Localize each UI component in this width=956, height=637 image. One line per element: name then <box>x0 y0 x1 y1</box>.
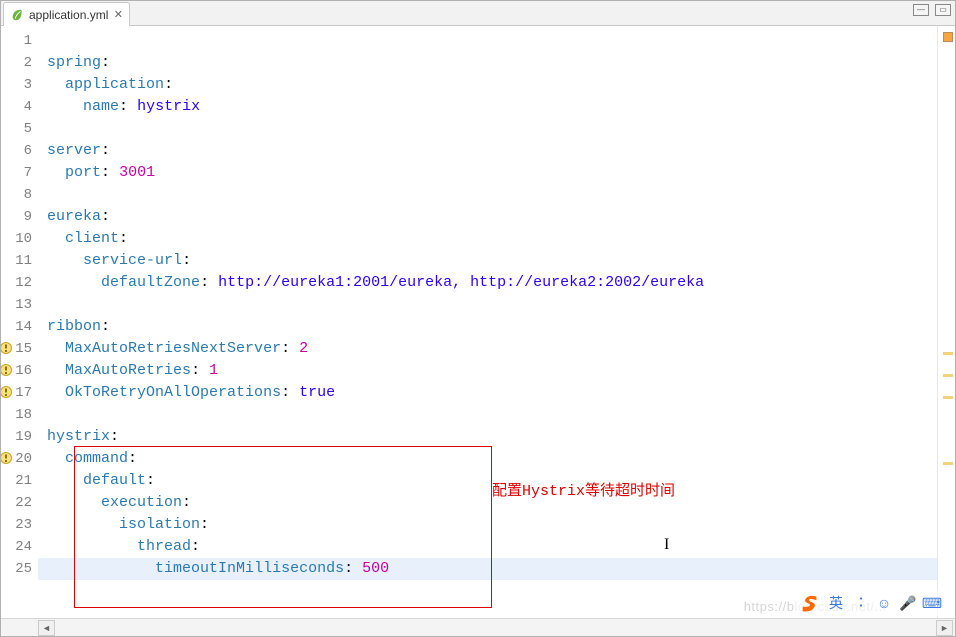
code-line[interactable]: application: <box>38 74 937 96</box>
code-line[interactable]: server: <box>38 140 937 162</box>
code-line[interactable]: execution: <box>38 492 937 514</box>
line-number: 16 <box>1 360 38 382</box>
code-line[interactable] <box>38 294 937 316</box>
line-number: 21 <box>1 470 38 492</box>
ime-voice-button[interactable]: 🎤 <box>899 594 917 612</box>
line-number: 3 <box>1 74 38 96</box>
warning-marker-icon <box>1 341 13 355</box>
overview-warning-icon <box>943 374 953 377</box>
code-line[interactable]: ribbon: <box>38 316 937 338</box>
line-number: 11 <box>1 250 38 272</box>
line-number: 25 <box>1 558 38 580</box>
code-line[interactable]: command: <box>38 448 937 470</box>
line-number: 5 <box>1 118 38 140</box>
code-line[interactable]: client: <box>38 228 937 250</box>
line-number: 4 <box>1 96 38 118</box>
text-cursor-icon: I <box>664 536 669 554</box>
code-line[interactable]: OkToRetryOnAllOperations: true <box>38 382 937 404</box>
overview-ruler[interactable] <box>937 26 955 618</box>
line-number: 6 <box>1 140 38 162</box>
code-line[interactable]: MaxAutoRetries: 1 <box>38 360 937 382</box>
code-line[interactable] <box>38 30 937 52</box>
line-number: 8 <box>1 184 38 206</box>
code-line[interactable]: eureka: <box>38 206 937 228</box>
line-number: 2 <box>1 52 38 74</box>
code-line[interactable]: port: 3001 <box>38 162 937 184</box>
line-number: 22 <box>1 492 38 514</box>
code-area[interactable]: spring: application: name: hystrix serve… <box>38 26 937 618</box>
scroll-left-button[interactable]: ◄ <box>38 620 55 636</box>
line-number-gutter: 1234567891011121314151617181920212223242… <box>1 26 38 618</box>
ime-keyboard-button[interactable]: ⌨ <box>923 594 941 612</box>
warning-marker-icon <box>1 451 13 465</box>
scroll-right-button[interactable]: ► <box>936 620 953 636</box>
horizontal-scrollbar[interactable]: ◄ ► <box>1 618 955 636</box>
code-line[interactable]: defaultZone: http://eureka1:2001/eureka,… <box>38 272 937 294</box>
file-tab[interactable]: application.yml ✕ <box>3 2 130 26</box>
line-number: 19 <box>1 426 38 448</box>
code-line[interactable]: name: hystrix <box>38 96 937 118</box>
code-line[interactable]: isolation: <box>38 514 937 536</box>
minimize-button[interactable]: — <box>913 4 929 16</box>
spring-leaf-icon <box>10 8 24 22</box>
code-line[interactable] <box>38 184 937 206</box>
line-number: 24 <box>1 536 38 558</box>
maximize-button[interactable]: ▭ <box>935 4 951 16</box>
code-line[interactable]: service-url: <box>38 250 937 272</box>
line-number: 17 <box>1 382 38 404</box>
window-controls: — ▭ <box>913 4 951 16</box>
line-number: 15 <box>1 338 38 360</box>
editor-body: 1234567891011121314151617181920212223242… <box>1 26 955 618</box>
code-line[interactable] <box>38 118 937 140</box>
overview-warning-icon <box>943 396 953 399</box>
ime-punct-button[interactable]: • •• • <box>851 594 869 612</box>
warning-marker-icon <box>1 363 13 377</box>
overview-warning-icon <box>943 352 953 355</box>
line-number: 7 <box>1 162 38 184</box>
line-number: 12 <box>1 272 38 294</box>
line-number: 13 <box>1 294 38 316</box>
warning-marker-icon <box>1 385 13 399</box>
line-number: 14 <box>1 316 38 338</box>
code-line[interactable]: spring: <box>38 52 937 74</box>
annotation-text: 配置Hystrix等待超时时间 <box>492 479 675 500</box>
overview-marker-icon <box>943 32 953 42</box>
line-number: 23 <box>1 514 38 536</box>
line-number: 10 <box>1 228 38 250</box>
code-line[interactable]: hystrix: <box>38 426 937 448</box>
sogou-logo-icon <box>799 592 821 614</box>
tab-bar: application.yml ✕ — ▭ <box>1 1 955 26</box>
close-tab-icon[interactable]: ✕ <box>113 10 123 20</box>
line-number: 1 <box>1 30 38 52</box>
ime-lang-button[interactable]: 英 <box>827 594 845 612</box>
tab-filename: application.yml <box>29 8 108 22</box>
code-line[interactable]: default: <box>38 470 937 492</box>
ime-toolbar[interactable]: 英 • •• • ☺ 🎤 ⌨ <box>795 590 945 616</box>
code-line[interactable]: MaxAutoRetriesNextServer: 2 <box>38 338 937 360</box>
code-line[interactable]: thread: <box>38 536 937 558</box>
overview-warning-icon <box>943 462 953 465</box>
ime-emoji-button[interactable]: ☺ <box>875 594 893 612</box>
editor-window: application.yml ✕ — ▭ 123456789101112131… <box>0 0 956 637</box>
code-line[interactable]: timeoutInMilliseconds: 500 <box>38 558 937 580</box>
line-number: 18 <box>1 404 38 426</box>
line-number: 20 <box>1 448 38 470</box>
line-number: 9 <box>1 206 38 228</box>
code-line[interactable] <box>38 404 937 426</box>
